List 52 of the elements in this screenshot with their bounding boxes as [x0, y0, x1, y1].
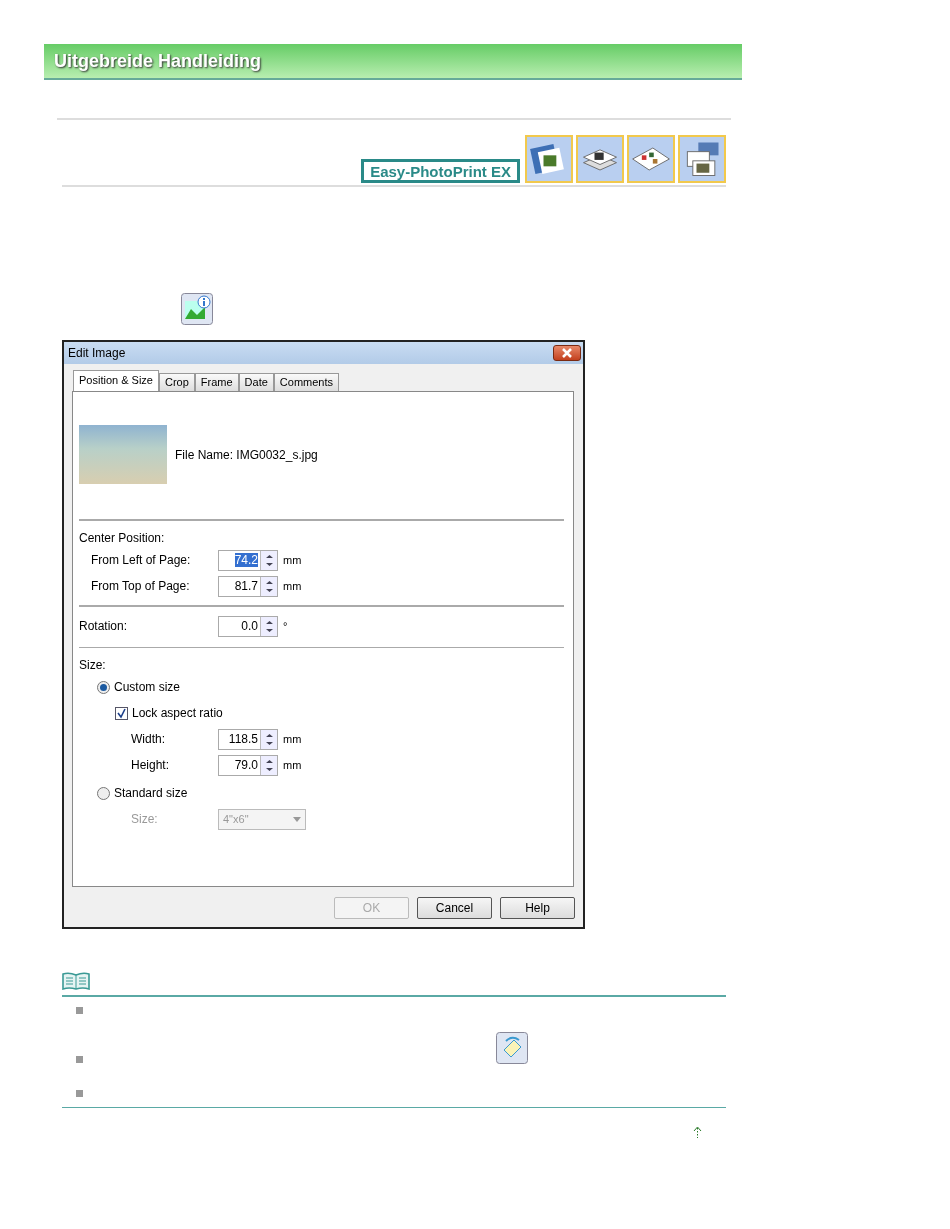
image-info-icon — [181, 293, 213, 325]
dialog-button[interactable]: Cancel — [417, 897, 492, 919]
bullet-icon — [76, 1090, 83, 1097]
field-label: From Top of Page: — [91, 578, 191, 595]
field-label: Size: — [131, 811, 159, 828]
unit-label: ° — [283, 618, 288, 634]
number-field[interactable]: 79.0 — [218, 754, 278, 776]
bullet-icon — [76, 1007, 83, 1014]
unit-label: mm — [283, 731, 302, 747]
field-label: Width: — [131, 731, 166, 748]
rotate-icon[interactable] — [496, 1032, 528, 1064]
radio-label: Custom size — [114, 679, 181, 696]
dialog-tab[interactable]: Frame — [194, 373, 239, 391]
field-label: Height: — [131, 757, 171, 774]
caret-icon — [293, 816, 301, 822]
note-book-icon — [62, 972, 90, 990]
section-label: Center Position: — [79, 530, 166, 547]
dialog-tab[interactable]: Position & Size — [73, 370, 159, 391]
number-field[interactable]: 0.0 — [218, 615, 278, 637]
dialog-tab[interactable]: Crop — [159, 373, 195, 391]
close-icon — [560, 348, 574, 358]
product-icon-button[interactable] — [576, 135, 624, 183]
spin-arrows-icon[interactable] — [260, 616, 277, 636]
field-label: Rotation: — [79, 618, 129, 635]
header-title: Uitgebreide Handleiding — [54, 49, 262, 73]
dialog-title: Edit Image — [68, 345, 126, 362]
checkbox-label: Lock aspect ratio — [132, 705, 223, 722]
unit-label: mm — [283, 578, 302, 594]
dialog-button[interactable]: Help — [500, 897, 575, 919]
number-field[interactable]: 74.2 — [218, 549, 278, 571]
section-label: Size: — [79, 657, 107, 674]
unit-label: mm — [283, 757, 302, 773]
file-name-label: File Name: IMG0032_s.jpg — [175, 446, 318, 464]
spin-arrows-icon[interactable] — [260, 729, 277, 749]
radio-label: Standard size — [114, 785, 188, 802]
bullet-icon — [76, 1056, 83, 1063]
dialog-tab[interactable]: Date — [238, 373, 274, 391]
radio-button[interactable] — [97, 786, 110, 800]
close-button[interactable] — [553, 345, 581, 361]
radio-button[interactable] — [97, 680, 110, 694]
number-field[interactable]: 81.7 — [218, 575, 278, 597]
dialog-tab[interactable]: Comments — [273, 373, 340, 391]
spin-arrows-icon[interactable] — [260, 576, 277, 596]
up-arrow-icon[interactable] — [693, 1126, 702, 1138]
spin-arrows-icon[interactable] — [260, 755, 277, 775]
number-field[interactable]: 118.5 — [218, 728, 278, 750]
checkbox[interactable] — [115, 706, 128, 720]
field-label: From Left of Page: — [91, 552, 192, 569]
unit-label: mm — [283, 552, 302, 568]
product-icon-button[interactable] — [678, 135, 726, 183]
spin-arrows-icon[interactable] — [260, 550, 277, 570]
product-logo: Easy-PhotoPrint EX — [361, 159, 520, 183]
